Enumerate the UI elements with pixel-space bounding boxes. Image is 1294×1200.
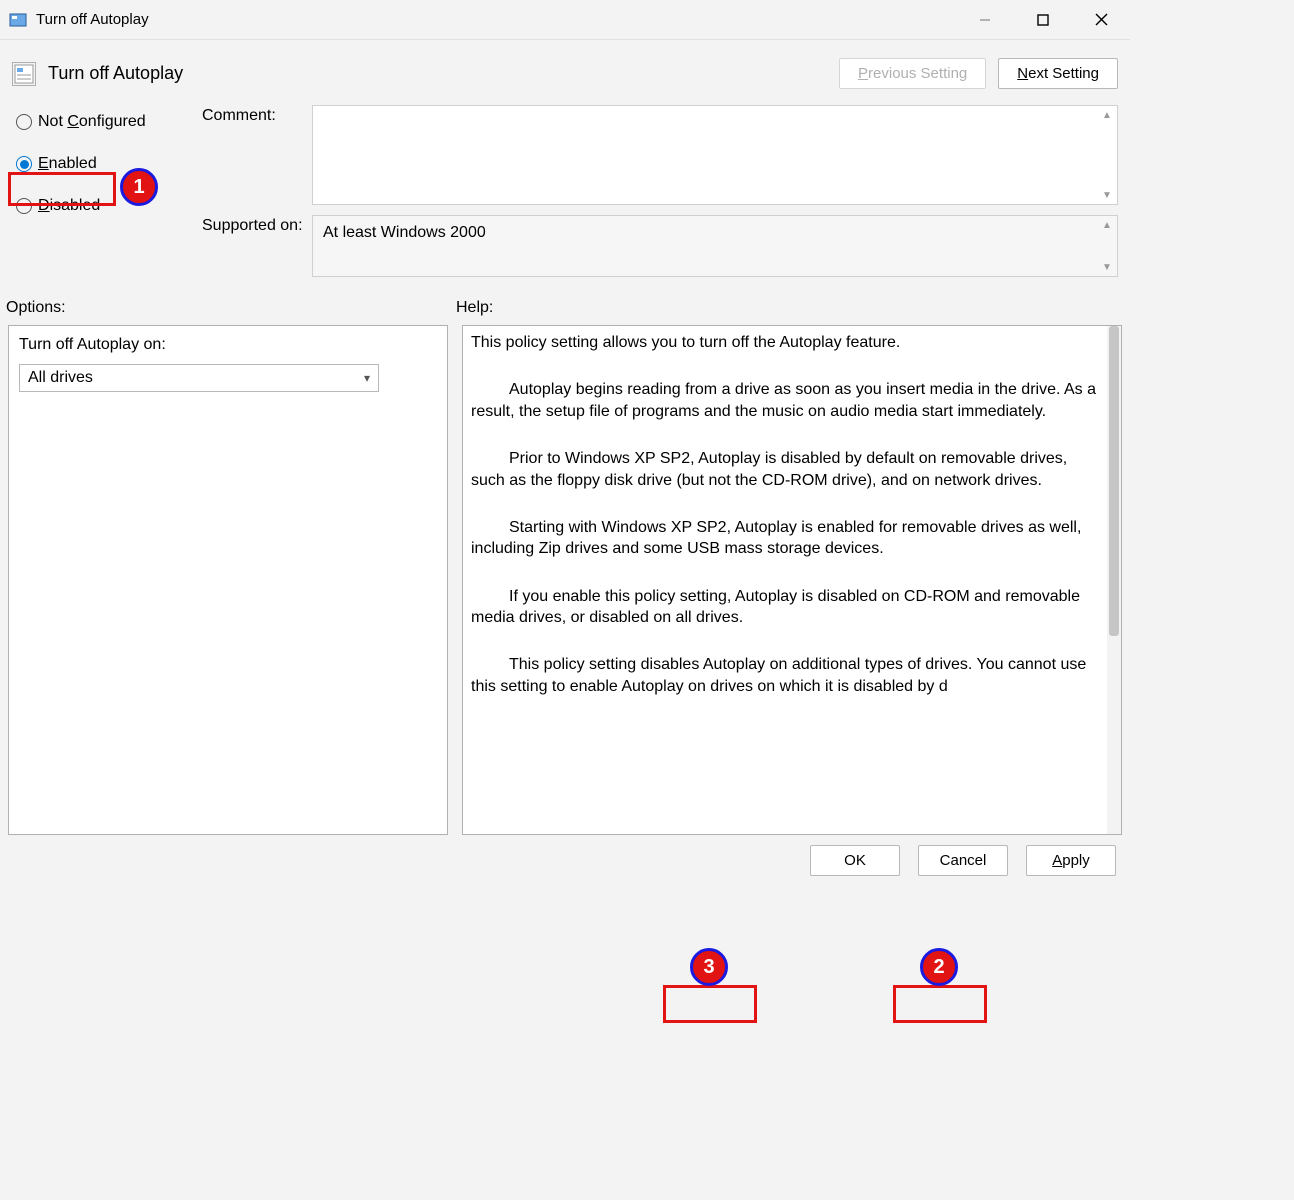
close-button[interactable]	[1072, 0, 1130, 39]
minimize-button[interactable]	[956, 0, 1014, 39]
maximize-button[interactable]	[1014, 0, 1072, 39]
supported-label: Supported on:	[202, 215, 312, 277]
help-paragraph: This policy setting allows you to turn o…	[471, 332, 1097, 354]
scroll-up-icon: ▲	[1099, 218, 1115, 232]
supported-on-box: At least Windows 2000 ▲ ▼	[312, 215, 1118, 277]
scroll-down-icon[interactable]: ▼	[1099, 188, 1115, 202]
comment-label: Comment:	[202, 105, 312, 205]
section-labels: Options: Help:	[0, 287, 1130, 317]
next-setting-button[interactable]: Next Setting	[998, 58, 1118, 89]
policy-title: Turn off Autoplay	[48, 63, 183, 84]
header: Turn off Autoplay Previous Setting Next …	[0, 40, 1130, 97]
window-controls	[956, 0, 1130, 39]
scroll-down-icon: ▼	[1099, 260, 1115, 274]
state-radios: Not Configured Enabled Disabled	[12, 105, 202, 287]
annotation-box-3	[663, 985, 757, 1023]
comment-textarea[interactable]: ▲ ▼	[312, 105, 1118, 205]
help-paragraph: Starting with Windows XP SP2, Autoplay i…	[471, 517, 1097, 560]
radio-icon-selected	[16, 156, 32, 172]
autoplay-on-select[interactable]: All drives ▾	[19, 364, 379, 392]
options-panel: Turn off Autoplay on: All drives ▾	[8, 325, 448, 835]
cancel-button[interactable]: Cancel	[918, 845, 1008, 876]
radio-label: Not Configured	[38, 113, 146, 131]
chevron-down-icon: ▾	[364, 371, 370, 385]
help-text: This policy setting allows you to turn o…	[463, 326, 1107, 834]
apply-button[interactable]: Apply	[1026, 845, 1116, 876]
previous-setting-button: Previous Setting	[839, 58, 986, 89]
radio-label: Enabled	[38, 155, 97, 173]
annotation-box-2	[893, 985, 987, 1023]
help-paragraph: Prior to Windows XP SP2, Autoplay is dis…	[471, 448, 1097, 491]
annotation-number-3: 3	[690, 948, 728, 986]
select-value: All drives	[28, 369, 93, 387]
help-paragraph: Autoplay begins reading from a drive as …	[471, 379, 1097, 422]
option-label: Turn off Autoplay on:	[19, 336, 437, 354]
help-paragraph: If you enable this policy setting, Autop…	[471, 586, 1097, 629]
radio-enabled[interactable]: Enabled	[12, 151, 202, 177]
app-icon	[8, 10, 28, 30]
radio-icon	[16, 114, 32, 130]
radio-icon	[16, 198, 32, 214]
radio-label: Disabled	[38, 197, 100, 215]
help-panel: This policy setting allows you to turn o…	[462, 325, 1122, 835]
help-section-label: Help:	[456, 299, 493, 317]
scrollbar-thumb[interactable]	[1109, 326, 1119, 636]
panels: Turn off Autoplay on: All drives ▾ This …	[0, 317, 1130, 835]
policy-icon	[12, 62, 36, 86]
annotation-number-2: 2	[920, 948, 958, 986]
radio-disabled[interactable]: Disabled	[12, 193, 202, 219]
ok-button[interactable]: OK	[810, 845, 900, 876]
scroll-up-icon[interactable]: ▲	[1099, 108, 1115, 122]
nav-buttons: Previous Setting Next Setting	[839, 58, 1118, 89]
supported-on-value: At least Windows 2000	[323, 224, 486, 241]
help-scrollbar[interactable]	[1107, 326, 1121, 834]
dialog-footer: OK Cancel Apply	[0, 835, 1130, 886]
window-title: Turn off Autoplay	[36, 11, 149, 28]
help-paragraph: This policy setting disables Autoplay on…	[471, 654, 1097, 697]
options-section-label: Options:	[6, 299, 456, 317]
config-area: Not Configured Enabled Disabled Comment:…	[0, 97, 1130, 287]
radio-not-configured[interactable]: Not Configured	[12, 109, 202, 135]
titlebar: Turn off Autoplay	[0, 0, 1130, 40]
